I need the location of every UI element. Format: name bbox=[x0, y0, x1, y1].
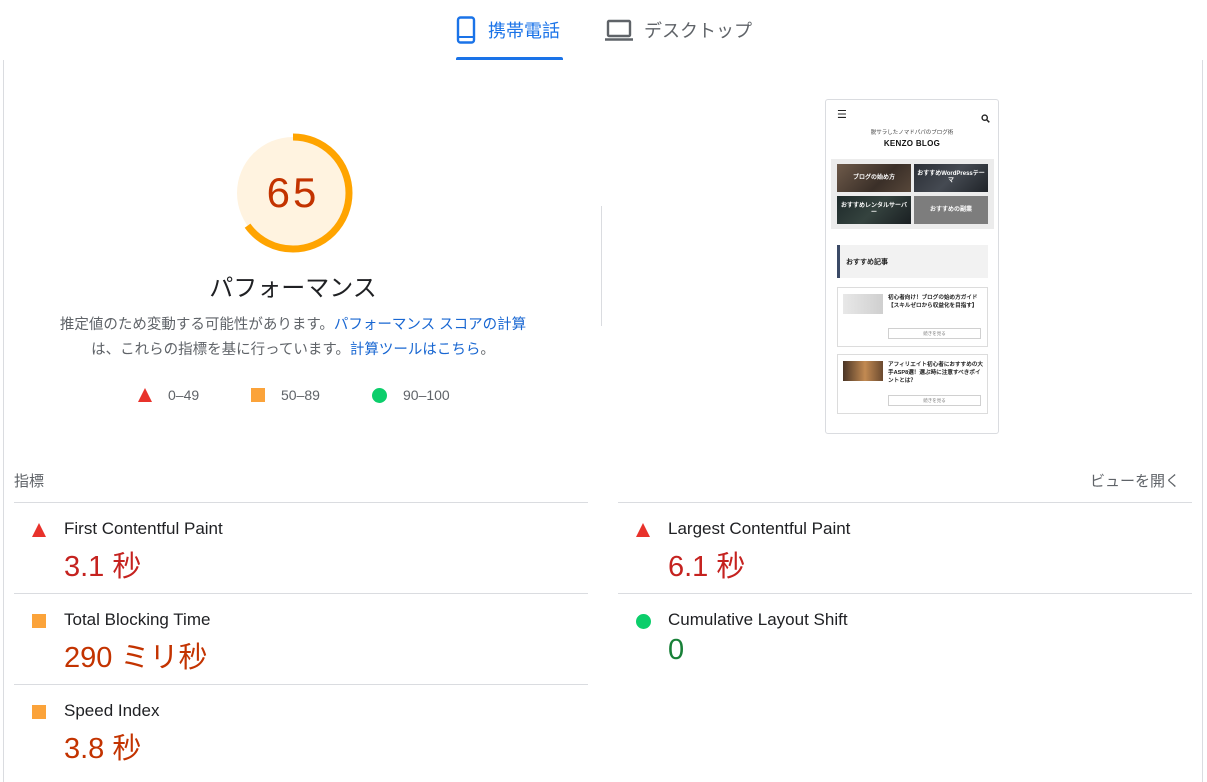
device-tabs: 携帯電話 デスクトップ bbox=[0, 0, 1207, 60]
triangle-icon bbox=[32, 523, 46, 537]
site-brand: KENZO BLOG bbox=[883, 139, 941, 148]
active-tab-indicator bbox=[456, 57, 563, 60]
tab-desktop[interactable]: デスクトップ bbox=[604, 0, 754, 60]
legend-pass-label: 90–100 bbox=[403, 387, 450, 403]
article-title: アフィリエイト初心者におすすめの大手ASP8選！選ぶ時に注意すべきポイントとは？ bbox=[888, 362, 983, 384]
category-card: ブログの始め方 bbox=[837, 164, 911, 192]
metric-name: Speed Index bbox=[64, 701, 160, 720]
article-card: 初心者向け！ブログの始め方ガイド【スキルゼロから収益化を目指す】 続きを見る bbox=[837, 287, 988, 347]
article-title: 初心者向け！ブログの始め方ガイド【スキルゼロから収益化を目指す】 bbox=[888, 295, 978, 309]
square-icon bbox=[251, 388, 265, 402]
score-calculation-link[interactable]: パフォーマンス スコアの計算 bbox=[334, 317, 526, 333]
legend-fail: 0–49 bbox=[138, 385, 199, 405]
metrics-heading: 指標 bbox=[14, 473, 45, 490]
triangle-icon bbox=[636, 523, 650, 537]
desc-middle: は、これらの指標を基に行っています。 bbox=[91, 342, 350, 358]
category-card: おすすめレンタルサーバー bbox=[837, 196, 911, 224]
tab-mobile-label: 携帯電話 bbox=[488, 21, 560, 41]
section-title: おすすめ記事 bbox=[837, 245, 988, 278]
search-icon bbox=[981, 110, 990, 128]
performance-gauge: 65 bbox=[232, 132, 354, 254]
view-toggle-button[interactable]: ビューを開く bbox=[1070, 470, 1180, 491]
metric-name: Cumulative Layout Shift bbox=[668, 610, 848, 629]
metric-cls: Cumulative Layout Shift 0 bbox=[618, 594, 1178, 684]
metric-value: 3.8 秒 bbox=[64, 733, 142, 765]
calculator-link[interactable]: 計算ツールはこちら bbox=[350, 342, 481, 358]
legend-fail-label: 0–49 bbox=[168, 387, 200, 403]
tab-desktop-label: デスクトップ bbox=[644, 21, 752, 41]
score-description: 推定値のため変動する可能性があります。パフォーマンス スコアの計算は、これらの指… bbox=[40, 313, 546, 363]
performance-title: パフォーマンス bbox=[209, 275, 377, 302]
metric-speed-index: Speed Index 3.8 秒 bbox=[14, 685, 574, 775]
legend-average-label: 50–89 bbox=[281, 387, 320, 403]
metric-name: First Contentful Paint bbox=[64, 519, 223, 538]
vertical-divider bbox=[601, 206, 602, 326]
read-more-button: 続きを見る bbox=[888, 395, 981, 406]
square-icon bbox=[32, 705, 46, 719]
category-card: おすすめの副業 bbox=[914, 196, 988, 224]
circle-icon bbox=[636, 614, 651, 629]
smartphone-icon bbox=[456, 16, 476, 44]
site-tagline: 脱サラしたノマドパパのブログ術 bbox=[870, 130, 954, 136]
metric-value: 6.1 秒 bbox=[668, 551, 746, 583]
metric-value: 3.1 秒 bbox=[64, 551, 142, 583]
metric-name: Total Blocking Time bbox=[64, 610, 211, 629]
tab-mobile[interactable]: 携帯電話 bbox=[456, 0, 563, 60]
desc-prefix: 推定値のため変動する可能性があります。 bbox=[59, 317, 334, 333]
panel-border-left bbox=[3, 60, 4, 782]
desc-suffix: 。 bbox=[480, 342, 495, 358]
legend-pass: 90–100 bbox=[372, 385, 450, 405]
metric-name: Largest Contentful Paint bbox=[668, 519, 851, 538]
laptop-icon bbox=[604, 18, 634, 42]
article-card: アフィリエイト初心者におすすめの大手ASP8選！選ぶ時に注意すべきポイントとは？… bbox=[837, 354, 988, 414]
metric-value: 0 bbox=[668, 634, 685, 666]
performance-score: 65 bbox=[266, 169, 320, 216]
category-card: おすすめWordPressテーマ bbox=[914, 164, 988, 192]
metric-value: 290 ミリ秒 bbox=[64, 642, 208, 674]
metric-tbt: Total Blocking Time 290 ミリ秒 bbox=[14, 594, 574, 684]
metric-lcp: Largest Contentful Paint 6.1 秒 bbox=[618, 503, 1178, 593]
read-more-button: 続きを見る bbox=[888, 328, 981, 339]
legend-average: 50–89 bbox=[251, 385, 320, 405]
metric-fcp: First Contentful Paint 3.1 秒 bbox=[14, 503, 574, 593]
article-thumbnail bbox=[843, 361, 883, 381]
article-thumbnail bbox=[843, 294, 883, 314]
page-screenshot: ☰ 脱サラしたノマドパパのブログ術 KENZO BLOG ブログの始め方 おすす… bbox=[825, 99, 999, 434]
triangle-icon bbox=[138, 388, 152, 402]
square-icon bbox=[32, 614, 46, 628]
panel-border-right bbox=[1202, 60, 1203, 782]
hamburger-icon: ☰ bbox=[837, 109, 847, 121]
circle-icon bbox=[372, 387, 387, 403]
